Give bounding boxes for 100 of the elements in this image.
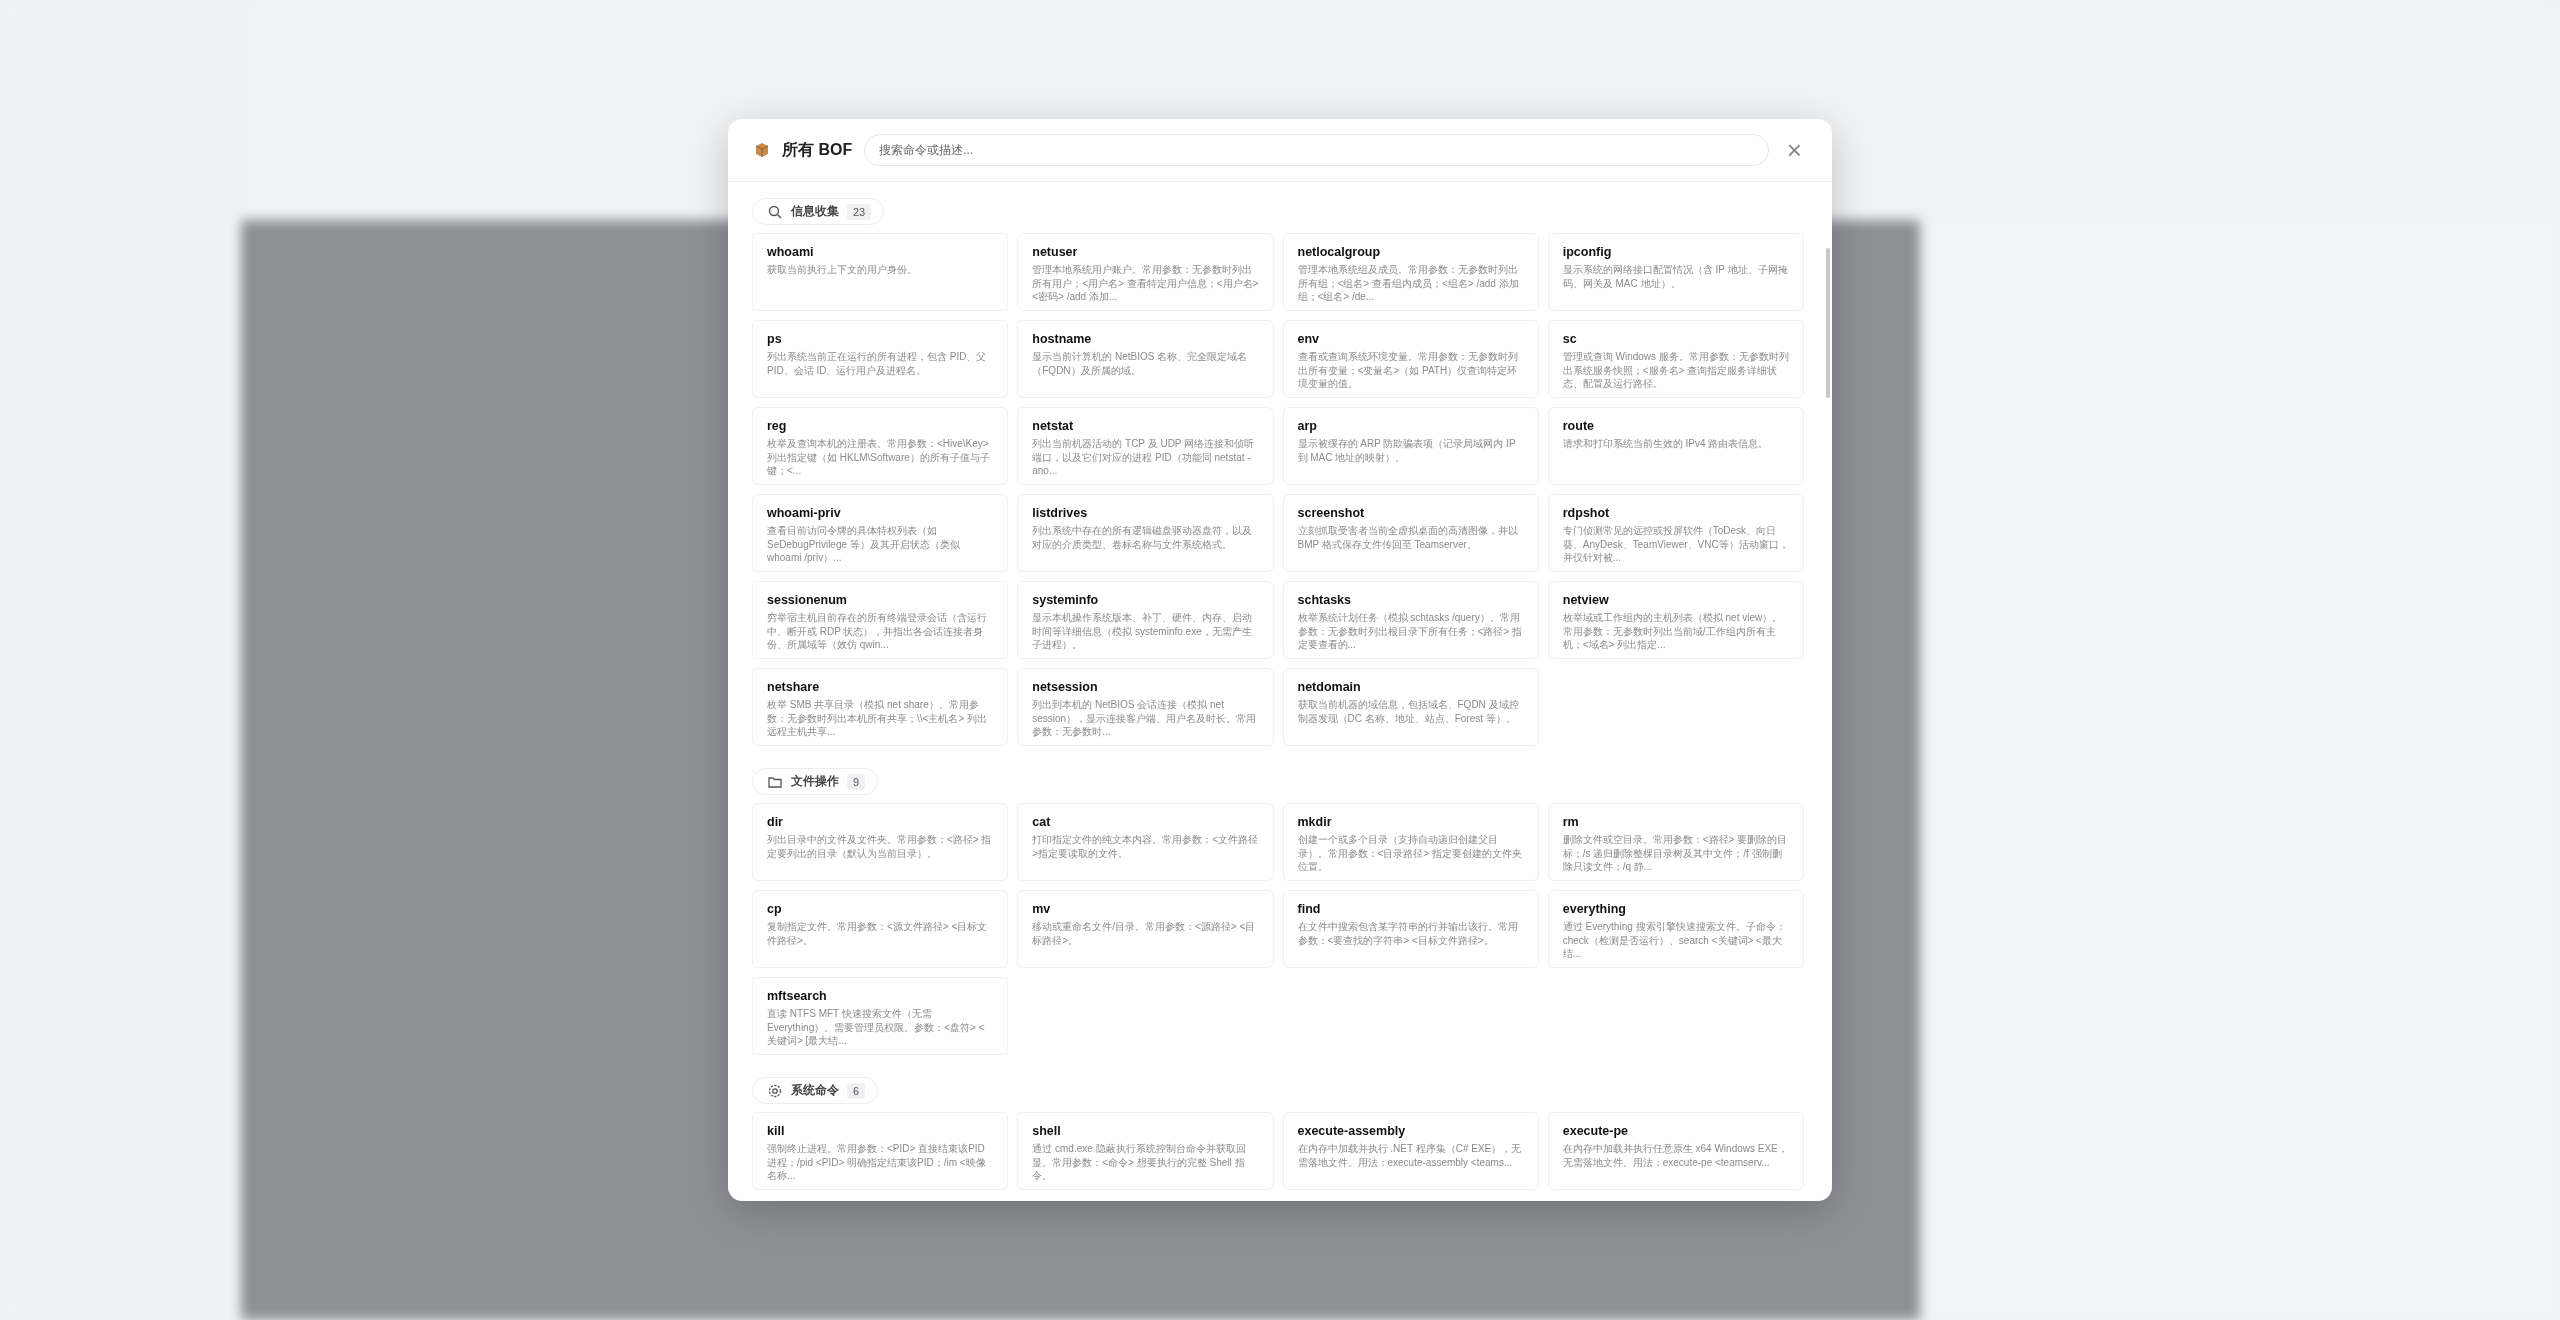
command-card[interactable]: netdomain 获取当前机器的域信息，包括域名、FQDN 及域控制器发现（DC 名称、地址、站点、Forest 等）。 — [1282, 668, 1539, 746]
command-description: 显示当前计算机的 NetBIOS 名称、完全限定域名（FQDN）及所属的域。 — [1032, 350, 1249, 377]
command-description: 穷举宿主机目前存在的所有终端登录会话（含运行中、断开或 RDP 状态），并指出各会话连接者身份、所属域等（效仿 qwin... — [767, 611, 988, 652]
command-card[interactable]: sc 管理或查询 Windows 服务。常用参数：无参数时列出系统服务快照；<服务名> 查询指定服务详细状态、配置及运行路径。 — [1547, 320, 1804, 398]
command-card[interactable]: hostname 显示当前计算机的 NetBIOS 名称、完全限定域名（FQDN）及所属的域。 — [1017, 320, 1274, 398]
command-card[interactable]: systeminfo 显示本机操作系统版本、补丁、硬件、内存、启动时间等详细信息（模拟 systeminfo.exe，无需产生子进程）。 — [1017, 581, 1274, 659]
command-description: 删除文件或空目录。常用参数：<路径> 要删除的目标；/s 递归删除整棵目录树及其中文件；/f 强制删除只读文件；/q 静... — [1562, 833, 1789, 874]
command-description: 复制指定文件。常用参数：<源文件路径> <目标文件路径>。 — [767, 920, 989, 947]
command-name: find — [1297, 901, 1322, 917]
command-card[interactable]: screenshot 立刻抓取受害者当前全虚拟桌面的高清图像，并以 BMP 格式保存文件传回至 Teamserver。 — [1282, 494, 1539, 572]
command-card[interactable]: kill 强制终止进程。常用参数：<PID> 直接结束该PID进程；/pid <PID> 明确指定结束该PID；/im <映像名称... — [752, 1112, 1009, 1190]
command-description: 在文件中搜索包含某字符串的行并输出该行。常用参数：<要查找的字符串> <目标文件路径>。 — [1297, 920, 1519, 947]
command-description: 列出系统中存在的所有逻辑磁盘驱动器盘符，以及对应的介质类型、卷标名称与文件系统格式。 — [1032, 524, 1254, 551]
command-card[interactable]: mftsearch 直读 NTFS MFT 快速搜索文件（无需 Everything）。需要管理员权限。参数：<盘符> <关键词> [最大结... — [752, 977, 1009, 1055]
command-name: whoami-priv — [767, 505, 842, 521]
command-name: netview — [1562, 592, 1610, 608]
command-name: route — [1562, 418, 1595, 434]
search-icon — [767, 203, 783, 220]
command-name: systeminfo — [1032, 592, 1100, 608]
command-card[interactable]: reg 枚举及查询本机的注册表。常用参数：<Hive\Key> 列出指定键（如 HKLM\Software）的所有子值与子键；<... — [752, 407, 1009, 485]
command-card[interactable]: env 查看或查询系统环境变量。常用参数：无参数时列出所有变量；<变量名>（如 PATH）仅查询特定环境变量的值。 — [1282, 320, 1539, 398]
command-description: 管理本地系统组及成员。常用参数：无参数时列出所有组；<组名> 查看组内成员；<组名> /add 添加组；<组名> /de... — [1297, 263, 1520, 304]
command-card[interactable]: execute-pe 在内存中加载并执行任意原生 x64 Windows EXE，无需落地文件。用法：execute-pe <teamserv... — [1547, 1112, 1804, 1190]
count-badge: 6 — [847, 1082, 866, 1099]
gear-icon — [767, 1082, 783, 1099]
command-description: 创建一个或多个目录（支持自动递归创建父目录）。常用参数：<目录路径> 指定要创建的文件夹位置。 — [1297, 833, 1523, 874]
command-description: 显示被缓存的 ARP 防欺骗表项（记录局域网内 IP 到 MAC 地址的映射）。 — [1297, 437, 1517, 464]
command-description: 枚举 SMB 共享目录（模拟 net share）。常用参数：无参数时列出本机所有共享；\\<主机名> 列出远程主机共享... — [767, 698, 988, 739]
command-description: 在内存中加载并执行任意原生 x64 Windows EXE，无需落地文件。用法：execute-pe <teamserv... — [1562, 1142, 1789, 1169]
command-name: cat — [1032, 814, 1052, 830]
command-name: execute-assembly — [1297, 1123, 1407, 1139]
command-name: sessionenum — [767, 592, 848, 608]
command-description: 枚举系统计划任务（模拟 schtasks /query）。常用参数：无参数时列出根目录下所有任务；<路径> 指定要查看的... — [1297, 611, 1523, 652]
command-description: 获取当前机器的域信息，包括域名、FQDN 及域控制器发现（DC 名称、地址、站点、Forest 等）。 — [1297, 698, 1520, 725]
package-icon — [754, 142, 770, 158]
command-description: 通过 cmd.exe 隐蔽执行系统控制台命令并获取回显。常用参数：<命令> 想要执行的完整 Shell 指令。 — [1032, 1142, 1247, 1183]
command-card[interactable]: whoami 获取当前执行上下文的用户身份。 — [752, 233, 1009, 311]
command-card[interactable]: rdpshot 专门侦测常见的远控或投屏软件（ToDesk、向日葵、AnyDesk、TeamViewer、VNC等）活动窗口，并仅针对被... — [1547, 494, 1804, 572]
command-name: cp — [767, 901, 783, 917]
command-description: 显示系统的网络接口配置情况（含 IP 地址、子网掩码、网关及 MAC 地址）。 — [1562, 263, 1789, 290]
command-description: 列出当前机器活动的 TCP 及 UDP 网络连接和侦听端口，以及它们对应的进程 PID（功能同 netstat -ano... — [1032, 437, 1256, 478]
command-description: 查看目前访问令牌的具体特权列表（如 SeDebugPrivilege 等）及其开启状态（类似 whoami /priv）... — [767, 524, 961, 565]
command-name: listdrives — [1032, 505, 1089, 521]
command-card[interactable]: dir 列出目录中的文件及文件夹。常用参数：<路径> 指定要列出的目录（默认为当前目录）。 — [752, 803, 1009, 881]
command-card[interactable]: cat 打印指定文件的纯文本内容。常用参数：<文件路径>指定要读取的文件。 — [1017, 803, 1274, 881]
command-card[interactable]: mv 移动或重命名文件/目录。常用参数：<源路径> <目标路径>。 — [1017, 890, 1274, 968]
command-name: whoami — [767, 244, 815, 260]
command-description: 枚举域或工作组内的主机列表（模拟 net view）。常用参数：无参数时列出当前域/工作组内所有主机；<域名> 列出指定... — [1562, 611, 1784, 652]
command-card[interactable]: cp 复制指定文件。常用参数：<源文件路径> <目标文件路径>。 — [752, 890, 1009, 968]
command-name: schtasks — [1297, 592, 1352, 608]
command-card[interactable]: ipconfig 显示系统的网络接口配置情况（含 IP 地址、子网掩码、网关及 MAC 地址）。 — [1547, 233, 1804, 311]
command-card[interactable]: netsession 列出到本机的 NetBIOS 会话连接（模拟 net session），显示连接客户端、用户名及时长。常用参数：无参数时... — [1017, 668, 1274, 746]
command-description: 打印指定文件的纯文本内容。常用参数：<文件路径>指定要读取的文件。 — [1032, 833, 1259, 860]
close-button[interactable]: × — [1780, 137, 1808, 163]
command-name: mv — [1032, 901, 1052, 917]
command-card[interactable]: rm 删除文件或空目录。常用参数：<路径> 要删除的目标；/s 递归删除整棵目录树及其中文件；/f 强制删除只读文件；/q 静... — [1547, 803, 1804, 881]
command-name: ipconfig — [1562, 244, 1613, 260]
command-description: 通过 Everything 搜索引擎快速搜索文件。子命令：check（检测是否运行）、search <关键词> <最大结... — [1562, 920, 1787, 961]
command-card[interactable]: shell 通过 cmd.exe 隐蔽执行系统控制台命令并获取回显。常用参数：<命令> 想要执行的完整 Shell 指令。 — [1017, 1112, 1274, 1190]
command-card[interactable]: netstat 列出当前机器活动的 TCP 及 UDP 网络连接和侦听端口，以及它们对应的进程 PID（功能同 netstat -ano... — [1017, 407, 1274, 485]
command-description: 请求和打印系统当前生效的 IPv4 路由表信息。 — [1562, 437, 1770, 451]
count-badge: 23 — [847, 203, 872, 220]
command-description: 列出系统当前正在运行的所有进程，包含 PID、父 PID、会话 ID、运行用户及进程名。 — [767, 350, 988, 377]
command-name: mkdir — [1297, 814, 1333, 830]
search-field[interactable]: 搜索命令或描述... — [864, 134, 1769, 166]
command-name: dir — [767, 814, 784, 830]
command-card[interactable]: everything 通过 Everything 搜索引擎快速搜索文件。子命令：check（检测是否运行）、search <关键词> <最大结... — [1547, 890, 1804, 968]
command-card[interactable]: whoami-priv 查看目前访问令牌的具体特权列表（如 SeDebugPrivilege 等）及其开启状态（类似 whoami /priv）... — [752, 494, 1009, 572]
command-description: 管理或查询 Windows 服务。常用参数：无参数时列出系统服务快照；<服务名> 查询指定服务详细状态、配置及运行路径。 — [1562, 350, 1789, 391]
command-card[interactable]: listdrives 列出系统中存在的所有逻辑磁盘驱动器盘符，以及对应的介质类型、卷标名称与文件系统格式。 — [1017, 494, 1274, 572]
command-name: screenshot — [1297, 505, 1366, 521]
command-description: 查看或查询系统环境变量。常用参数：无参数时列出所有变量；<变量名>（如 PATH）仅查询特定环境变量的值。 — [1297, 350, 1519, 391]
command-description: 直读 NTFS MFT 快速搜索文件（无需 Everything）。需要管理员权限。参数：<盘符> <关键词> [最大结... — [767, 1007, 986, 1048]
command-card[interactable]: schtasks 枚举系统计划任务（模拟 schtasks /query）。常用参数：无参数时列出根目录下所有任务；<路径> 指定要查看的... — [1282, 581, 1539, 659]
command-card[interactable]: mkdir 创建一个或多个目录（支持自动递归创建父目录）。常用参数：<目录路径> 指定要创建的文件夹位置。 — [1282, 803, 1539, 881]
count-badge: 9 — [847, 773, 866, 790]
command-description: 管理本地系统用户账户。常用参数：无参数时列出所有用户；<用户名> 查看特定用户信息；<用户名> <密码> /add 添加... — [1032, 263, 1259, 304]
command-description: 列出到本机的 NetBIOS 会话连接（模拟 net session），显示连接客户端、用户名及时长。常用参数：无参数时... — [1032, 698, 1258, 739]
command-description: 列出目录中的文件及文件夹。常用参数：<路径> 指定要列出的目录（默认为当前目录）。 — [767, 833, 993, 860]
command-description: 专门侦测常见的远控或投屏软件（ToDesk、向日葵、AnyDesk、TeamViewer、VNC等）活动窗口，并仅针对被... — [1562, 524, 1789, 565]
command-card[interactable]: find 在文件中搜索包含某字符串的行并输出该行。常用参数：<要查找的字符串> <目标文件路径>。 — [1282, 890, 1539, 968]
category-label: 系统命令 — [791, 1082, 839, 1099]
command-card[interactable]: netuser 管理本地系统用户账户。常用参数：无参数时列出所有用户；<用户名> 查看特定用户信息；<用户名> <密码> /add 添加... — [1017, 233, 1274, 311]
command-name: rdpshot — [1562, 505, 1611, 521]
command-description: 在内存中加载并执行 .NET 程序集（C# EXE），无需落地文件。用法：execute-assembly <teams... — [1297, 1142, 1523, 1169]
command-card[interactable]: netshare 枚举 SMB 共享目录（模拟 net share）。常用参数：无参数时列出本机所有共享；\\<主机名> 列出远程主机共享... — [752, 668, 1009, 746]
category-label: 信息收集 — [791, 203, 839, 220]
command-card[interactable]: ps 列出系统当前正在运行的所有进程，包含 PID、父 PID、会话 ID、运行用户及进程名。 — [752, 320, 1009, 398]
dialog-title: 所有 BOF — [782, 139, 853, 160]
command-card[interactable]: route 请求和打印系统当前生效的 IPv4 路由表信息。 — [1547, 407, 1804, 485]
command-name: everything — [1562, 901, 1627, 917]
command-card[interactable]: execute-assembly 在内存中加载并执行 .NET 程序集（C# EXE），无需落地文件。用法：execute-assembly <teams... — [1282, 1112, 1539, 1190]
command-card[interactable]: netview 枚举域或工作组内的主机列表（模拟 net view）。常用参数：无参数时列出当前域/工作组内所有主机；<域名> 列出指定... — [1547, 581, 1804, 659]
command-name: netstat — [1032, 418, 1075, 434]
command-name: netshare — [767, 679, 821, 695]
scrollbar-thumb[interactable] — [1826, 248, 1830, 398]
command-card[interactable]: netlocalgroup 管理本地系统组及成员。常用参数：无参数时列出所有组；<组名> 查看组内成员；<组名> /add 添加组；<组名> /de... — [1282, 233, 1539, 311]
command-name: reg — [767, 418, 788, 434]
command-card[interactable]: sessionenum 穷举宿主机目前存在的所有终端登录会话（含运行中、断开或 RDP 状态），并指出各会话连接者身份、所属域等（效仿 qwin... — [752, 581, 1009, 659]
command-card[interactable]: arp 显示被缓存的 ARP 防欺骗表项（记录局域网内 IP 到 MAC 地址的映射）。 — [1282, 407, 1539, 485]
